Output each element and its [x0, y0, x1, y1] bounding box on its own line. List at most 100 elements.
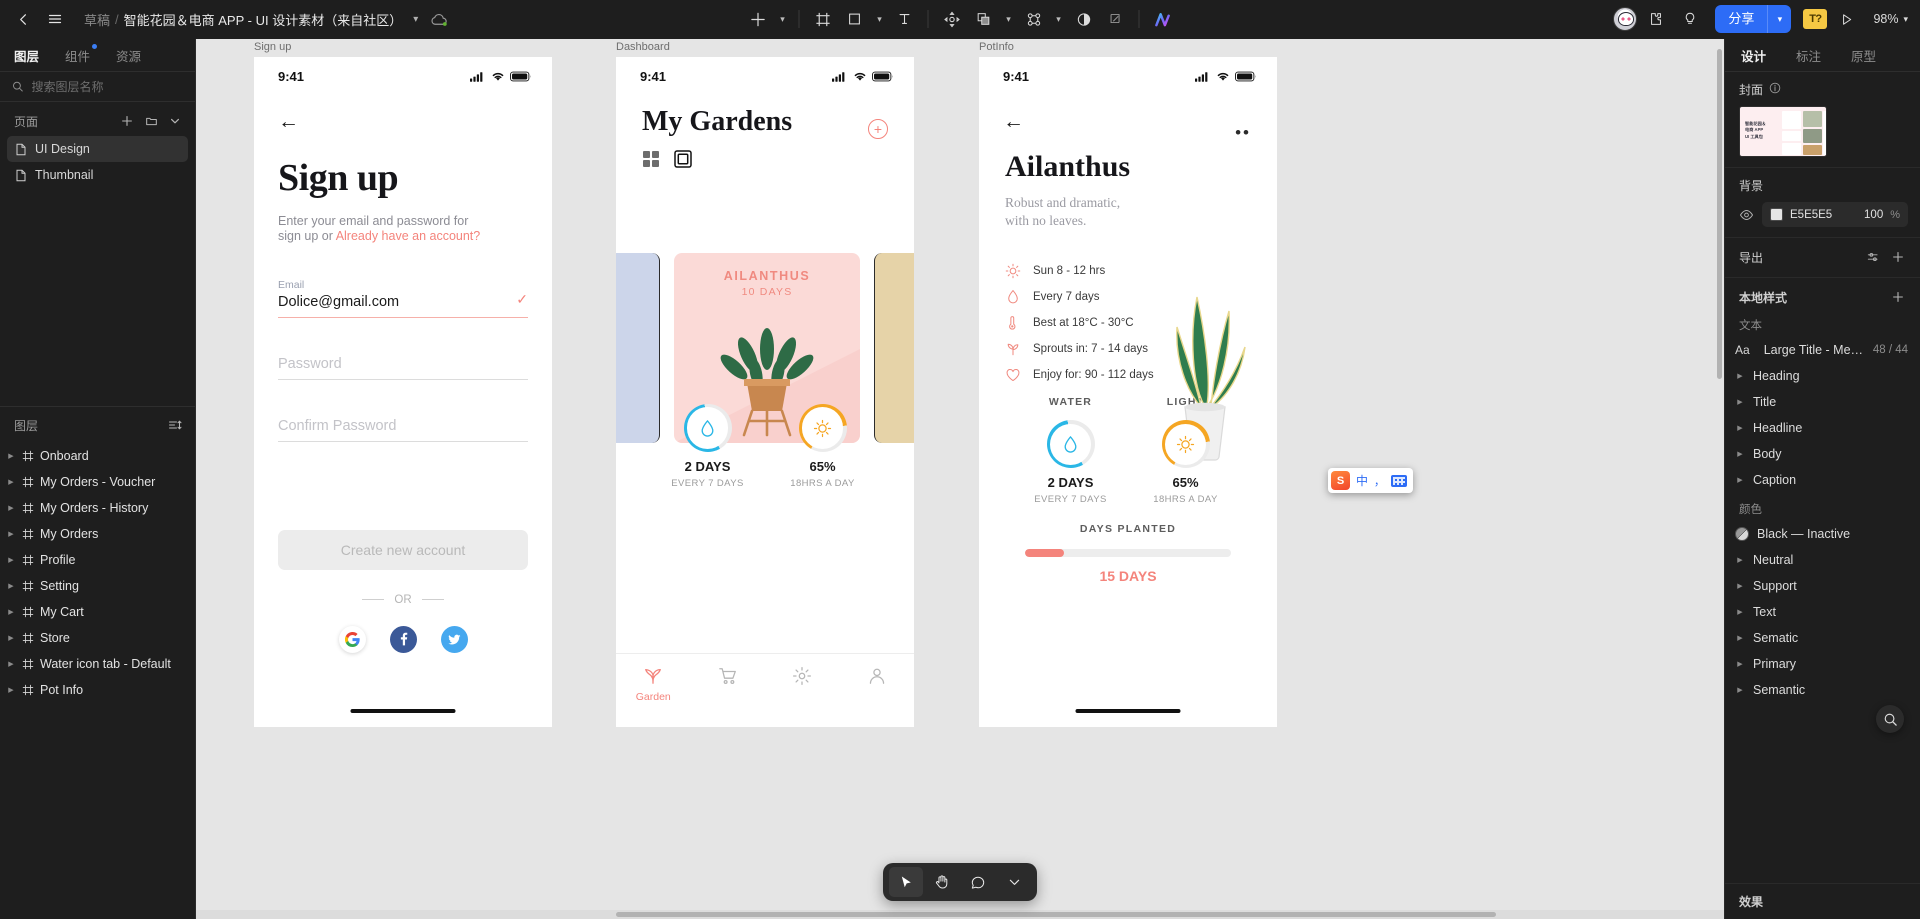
- expand-triangle-icon[interactable]: ▶: [1735, 660, 1745, 668]
- zoom-level-selector[interactable]: 98% ▾: [1873, 12, 1908, 26]
- ai-tool-icon[interactable]: [1148, 4, 1178, 34]
- comment-tool-icon[interactable]: [961, 867, 995, 897]
- share-button[interactable]: 分享 ▾: [1715, 5, 1792, 33]
- expand-triangle-icon[interactable]: ▶: [6, 582, 16, 590]
- ime-language-label[interactable]: 中: [1356, 472, 1368, 489]
- boolean-tool-icon[interactable]: [969, 4, 999, 34]
- expand-triangle-icon[interactable]: ▶: [1735, 476, 1745, 484]
- background-color-swatch[interactable]: [1770, 208, 1783, 221]
- tab-assets[interactable]: 资源: [116, 46, 141, 65]
- carousel-card-next[interactable]: [874, 253, 914, 443]
- expand-triangle-icon[interactable]: ▶: [1735, 686, 1745, 694]
- expand-triangle-icon[interactable]: ▶: [1735, 608, 1745, 616]
- garden-card-carousel[interactable]: AILANTHUS 10 DAYS: [616, 253, 914, 443]
- text-style-row[interactable]: ▶ Caption: [1725, 467, 1920, 493]
- frame-tool-icon[interactable]: [808, 4, 838, 34]
- expand-triangle-icon[interactable]: ▶: [6, 504, 16, 512]
- breadcrumb[interactable]: 草稿 / 智能花园＆电商 APP - UI 设计素材（来自社区） ▾: [84, 10, 418, 29]
- tab-cart[interactable]: [691, 666, 766, 686]
- google-icon[interactable]: [338, 625, 366, 653]
- text-style-row[interactable]: ▶ Heading: [1725, 363, 1920, 389]
- canvas-vertical-scroll-thumb[interactable]: [1717, 49, 1722, 379]
- tab-prototype[interactable]: 原型: [1851, 46, 1876, 65]
- color-style-row[interactable]: ▶ Semantic: [1725, 677, 1920, 703]
- expand-triangle-icon[interactable]: ▶: [1735, 556, 1745, 564]
- tab-profile[interactable]: [840, 666, 915, 686]
- present-play-icon[interactable]: [1831, 4, 1861, 34]
- cursor-tool-icon[interactable]: [889, 867, 923, 897]
- boolean-tool-chevron-down-icon[interactable]: ▾: [1001, 4, 1017, 34]
- background-hex-value[interactable]: E5E5E5: [1790, 209, 1857, 221]
- chevron-down-icon[interactable]: ▾: [413, 14, 418, 25]
- add-local-style-icon[interactable]: [1888, 287, 1908, 307]
- design-canvas[interactable]: Sign up Dashboard PotInfo 9:41 ← Sign up…: [196, 39, 1724, 919]
- canvas-horizontal-scrollbar[interactable]: [196, 910, 1724, 919]
- layer-row[interactable]: ▶ Store: [0, 625, 195, 651]
- layer-row[interactable]: ▶ Pot Info: [0, 677, 195, 703]
- rectangle-tool-icon[interactable]: [840, 4, 870, 34]
- move-tool-icon[interactable]: [937, 4, 967, 34]
- layer-row[interactable]: ▶ Profile: [0, 547, 195, 573]
- layer-row[interactable]: ▶ My Orders - Voucher: [0, 469, 195, 495]
- breadcrumb-file-title[interactable]: 智能花园＆电商 APP - UI 设计素材（来自社区）: [124, 10, 403, 29]
- zoom-chevron-down-icon[interactable]: ▾: [1903, 14, 1908, 25]
- frame-label-dashboard[interactable]: Dashboard: [616, 41, 670, 53]
- expand-triangle-icon[interactable]: ▶: [6, 556, 16, 564]
- expand-triangle-icon[interactable]: ▶: [6, 452, 16, 460]
- tab-layers[interactable]: 图层: [14, 46, 39, 65]
- main-menu-button[interactable]: [40, 4, 70, 34]
- expand-triangle-icon[interactable]: ▶: [1735, 582, 1745, 590]
- login-link[interactable]: Already have an account?: [336, 229, 481, 243]
- color-style-row[interactable]: ▶ Text: [1725, 599, 1920, 625]
- canvas-horizontal-scroll-thumb[interactable]: [616, 912, 1496, 917]
- twitter-icon[interactable]: [440, 625, 468, 653]
- text-style-row[interactable]: ▶ Headline: [1725, 415, 1920, 441]
- add-garden-button[interactable]: +: [868, 119, 888, 139]
- color-style-row[interactable]: ▶ Primary: [1725, 651, 1920, 677]
- layer-row[interactable]: ▶ My Orders - History: [0, 495, 195, 521]
- idea-bulb-icon[interactable]: [1675, 4, 1705, 34]
- text-style-row[interactable]: Aa Large Title - Med 48 L... 48 / 44: [1725, 337, 1920, 363]
- frame-label-potinfo[interactable]: PotInfo: [979, 41, 1014, 53]
- expand-triangle-icon[interactable]: ▶: [6, 660, 16, 668]
- expand-triangle-icon[interactable]: ▶: [1735, 424, 1745, 432]
- color-style-row[interactable]: Black — Inactive: [1725, 521, 1920, 547]
- breadcrumb-draft[interactable]: 草稿: [84, 10, 110, 29]
- color-style-row[interactable]: ▶ Support: [1725, 573, 1920, 599]
- expand-triangle-icon[interactable]: ▶: [1735, 372, 1745, 380]
- carousel-card-prev[interactable]: [616, 253, 660, 443]
- color-style-row[interactable]: ▶ Sematic: [1725, 625, 1920, 651]
- page-item-ui-design[interactable]: UI Design: [7, 136, 188, 162]
- search-input[interactable]: [31, 79, 183, 94]
- shape-tool-chevron-down-icon[interactable]: ▾: [872, 4, 888, 34]
- email-value[interactable]: Dolice@gmail.com: [278, 294, 528, 317]
- tab-garden[interactable]: Garden: [616, 666, 691, 703]
- component-tool-chevron-down-icon[interactable]: ▾: [1051, 4, 1067, 34]
- ime-punctuation-label[interactable]: ，: [1374, 473, 1385, 489]
- frame-label-signup[interactable]: Sign up: [254, 41, 291, 53]
- create-account-button[interactable]: Create new account: [278, 529, 528, 570]
- page-item-thumbnail[interactable]: Thumbnail: [7, 162, 188, 188]
- ime-input-widget[interactable]: S 中 ，: [1328, 468, 1414, 493]
- email-field[interactable]: Email Dolice@gmail.com ✓: [278, 279, 528, 318]
- zoom-magnifier-button[interactable]: [1876, 705, 1904, 733]
- background-opacity-value[interactable]: 100: [1864, 209, 1883, 221]
- keyboard-icon[interactable]: [1391, 474, 1408, 487]
- hand-tool-icon[interactable]: [925, 867, 959, 897]
- collapse-pages-chevron-down-icon[interactable]: [165, 111, 185, 131]
- expand-triangle-icon[interactable]: ▶: [1735, 450, 1745, 458]
- expand-triangle-icon[interactable]: ▶: [6, 608, 16, 616]
- expand-triangle-icon[interactable]: ▶: [6, 478, 16, 486]
- cover-thumbnail[interactable]: 智能花园＆ 电商 APP UI 工具包: [1739, 106, 1827, 157]
- background-color-field[interactable]: E5E5E5 100 %: [1762, 202, 1908, 227]
- avatar[interactable]: [1613, 7, 1638, 31]
- facebook-icon[interactable]: [389, 625, 417, 653]
- expand-triangle-icon[interactable]: ▶: [6, 686, 16, 694]
- info-icon[interactable]: [1769, 82, 1781, 97]
- add-export-icon[interactable]: [1888, 247, 1908, 267]
- layer-row[interactable]: ▶ Setting: [0, 573, 195, 599]
- confirm-password-field[interactable]: Confirm Password: [278, 418, 528, 442]
- expand-triangle-icon[interactable]: ▶: [1735, 634, 1745, 642]
- canvas-vertical-scrollbar[interactable]: [1715, 39, 1724, 919]
- slice-tool-icon[interactable]: [1101, 4, 1131, 34]
